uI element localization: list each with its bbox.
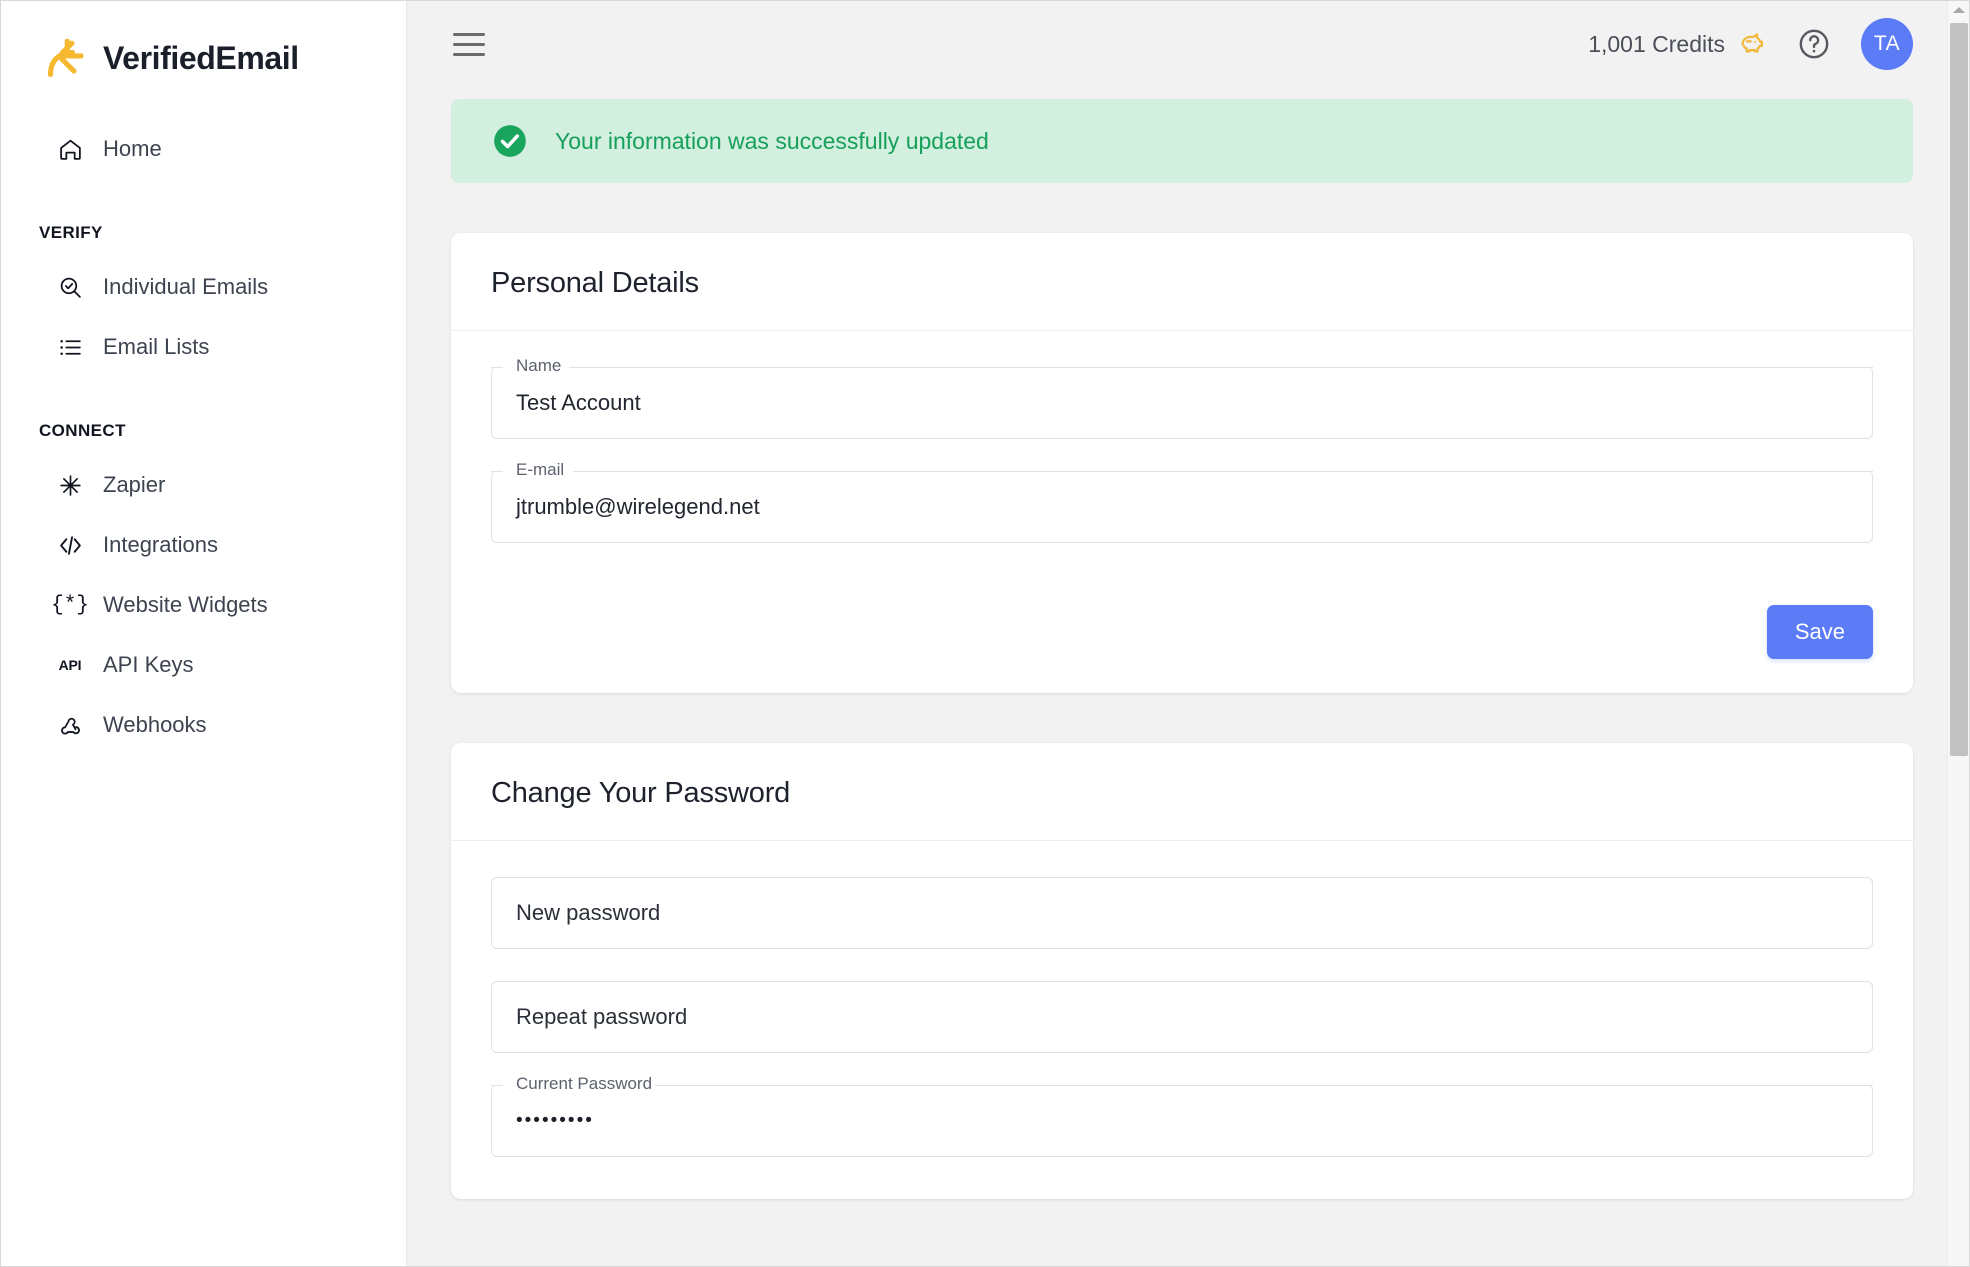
page-scrollbar[interactable] [1947,1,1969,1266]
field-notch [491,1085,1873,1086]
search-check-icon [57,274,83,300]
card-footer: Save [451,585,1913,693]
field-outline [491,981,1873,1053]
hamburger-menu-icon[interactable] [447,22,491,66]
field-outline [491,877,1873,949]
current-password-field[interactable]: Current Password ••••••••• [491,1074,1873,1157]
help-icon[interactable] [1797,27,1831,61]
field-notch [491,471,1873,472]
new-password-placeholder: New password [516,900,661,925]
sidebar-item-website-widgets[interactable]: {*} Website Widgets [1,575,406,635]
page-content: Your information was successfully update… [407,87,1969,1199]
curly-brace-asterisk-icon: {*} [51,593,89,617]
sidebar: VerifiedEmail Home VERIFY Individual Ema… [1,1,407,1266]
email-field[interactable]: E-mail jtrumble@wirelegend.net [491,460,1873,543]
api-text-icon: API [58,657,82,673]
change-password-card: Change Your Password New password Repeat… [451,743,1913,1199]
zapier-starburst-icon [57,472,83,498]
sidebar-item-label: API Keys [103,652,194,677]
hamburger-bar [453,42,485,46]
alert-message: Your information was successfully update… [555,127,989,154]
sidebar-item-api-keys[interactable]: API API Keys [1,635,406,695]
success-alert: Your information was successfully update… [451,99,1913,183]
sidebar-item-individual-emails[interactable]: Individual Emails [1,257,406,317]
brand-name: VerifiedEmail [103,39,299,76]
credits-label: 1,001 Credits [1588,30,1725,57]
sidebar-item-zapier[interactable]: Zapier [1,455,406,515]
list-icon [57,334,83,360]
sidebar-item-label: Email Lists [103,334,210,359]
topbar-actions: 1,001 Credits TA [1588,18,1913,70]
field-outline [491,367,1873,439]
sidebar-item-label: Webhooks [103,712,207,737]
sidebar-item-integrations[interactable]: Integrations [1,515,406,575]
sidebar-item-email-lists[interactable]: Email Lists [1,317,406,377]
card-header: Change Your Password [451,743,1913,841]
card-body: New password Repeat password Current Pas… [451,841,1913,1199]
sidebar-item-home[interactable]: Home [1,119,406,179]
current-password-label: Current Password [516,1074,653,1093]
app-root: VerifiedEmail Home VERIFY Individual Ema… [0,0,1970,1267]
starburst-icon [45,36,89,80]
save-button[interactable]: Save [1766,605,1873,659]
name-field[interactable]: Name Test Account [491,356,1873,439]
check-circle-icon [491,122,529,160]
sidebar-item-label: Integrations [103,532,218,557]
change-password-title: Change Your Password [491,777,791,809]
sidebar-item-label: Home [103,136,162,161]
topbar: 1,001 Credits TA [407,1,1969,87]
brand-logo[interactable]: VerifiedEmail [1,19,406,89]
avatar[interactable]: TA [1861,18,1913,70]
page-title: Personal Details [491,267,699,299]
sidebar-item-label: Zapier [103,472,166,497]
repeat-password-placeholder: Repeat password [516,1004,688,1029]
name-field-value: Test Account [516,390,641,415]
sidebar-item-label: Website Widgets [103,592,268,617]
avatar-initials: TA [1873,32,1901,55]
field-notch [491,367,1873,368]
field-outline [491,1085,1873,1157]
sidebar-section-connect: CONNECT [39,421,126,440]
sidebar-section-verify: VERIFY [39,223,103,242]
scrollbar-up-arrow-icon[interactable] [1952,7,1965,13]
current-password-value: ••••••••• [516,1110,594,1131]
main-area: 1,001 Credits TA Your information was su… [407,1,1969,1266]
webhook-icon [57,712,83,738]
name-field-label: Name [516,356,562,375]
email-field-label: E-mail [516,460,565,479]
card-header: Personal Details [451,233,1913,331]
email-field-value: jtrumble@wirelegend.net [516,494,760,519]
sidebar-item-webhooks[interactable]: Webhooks [1,695,406,755]
card-body: Name Test Account E-mail jtrumble@wirele… [451,331,1913,585]
hamburger-bar [453,32,485,36]
piggy-bank-icon [1737,27,1767,62]
hamburger-bar [453,52,485,56]
credits-indicator[interactable]: 1,001 Credits [1588,27,1767,62]
personal-details-card: Personal Details Name Test Account E-mai… [451,233,1913,693]
code-icon [57,532,83,558]
new-password-field[interactable]: New password [491,877,1873,949]
sidebar-item-label: Individual Emails [103,274,269,299]
scrollbar-thumb[interactable] [1950,23,1968,756]
home-icon [57,136,83,162]
repeat-password-field[interactable]: Repeat password [491,981,1873,1053]
